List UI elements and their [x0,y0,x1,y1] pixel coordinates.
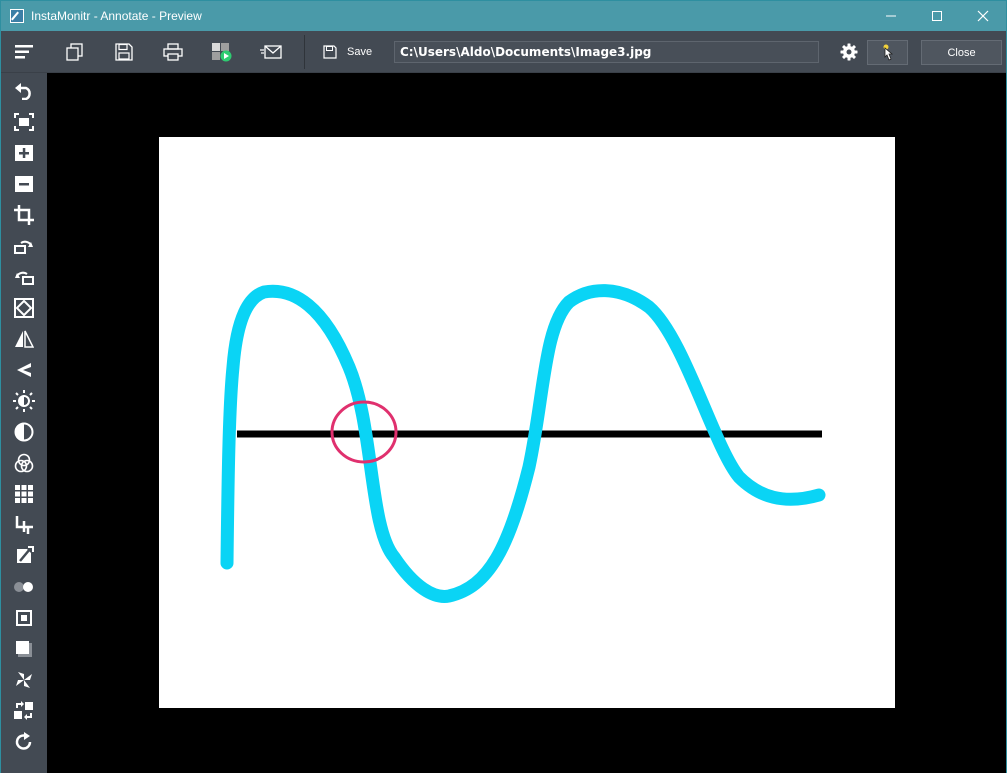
shadow-icon [16,641,32,657]
annotation-layer[interactable] [159,137,895,708]
brightness-icon [13,390,35,412]
top-toolbar: Save C:\Users\Aldo\Documents\Image3.jpg [1,31,1006,73]
email-button[interactable] [255,36,287,68]
window-close-button[interactable] [960,1,1006,31]
undo-icon [15,83,31,100]
print-button[interactable] [157,36,189,68]
menu-button[interactable] [9,36,41,68]
printer-icon [163,43,183,61]
sidebar-color-balance-button[interactable] [9,449,39,477]
free-rotate-icon [14,298,34,318]
rotate-left-icon [15,271,34,285]
frame-icon [16,610,32,626]
gear-icon [840,43,858,61]
sidebar-toggle-button[interactable] [9,573,39,601]
sidebar-flip-vertical-button[interactable] [9,356,39,384]
contrast-icon [14,422,34,442]
floppy-disk-icon [115,43,133,61]
freehand-wave-annotation[interactable] [220,284,826,603]
hamburger-menu-icon [15,45,33,59]
close-x-icon [977,10,989,22]
window-controls [868,1,1006,31]
image-preview[interactable] [159,137,895,708]
copy-button[interactable] [59,36,91,68]
flip-horizontal-icon [15,330,34,348]
save-disk-button[interactable] [108,36,140,68]
flip-vertical-icon [17,363,31,377]
share-app-button[interactable] [206,36,238,68]
settings-button[interactable] [833,36,865,68]
zoom-out-icon [15,176,33,192]
sidebar-rotate-right-button[interactable] [9,232,39,260]
sidebar-crop-button[interactable] [9,201,39,229]
sidebar-undo-button[interactable] [9,77,39,105]
envelope-icon [260,45,282,59]
rgb-circles-icon [14,453,34,473]
minimize-icon [886,15,896,17]
sidebar-resize-button[interactable] [9,511,39,539]
grid-icon [15,485,33,503]
app-window: InstaMonitr - Annotate - Preview Save C:… [0,0,1007,773]
sidebar-contrast-button[interactable] [9,418,39,446]
sidebar-rotate-left-button[interactable] [9,263,39,291]
sidebar-swap-button[interactable] [9,697,39,725]
zoom-in-icon [15,145,33,161]
copy-icon [66,43,83,61]
sidebar-frame-button[interactable] [9,604,39,632]
sidebar-fit-button[interactable] [9,108,39,136]
save-button[interactable]: Save [323,37,372,67]
share-app-icon [212,43,232,62]
refresh-icon [15,732,32,750]
resize-icon [15,516,33,534]
crop-icon [14,205,34,225]
side-toolbar [1,73,47,773]
sidebar-zoom-out-button[interactable] [9,170,39,198]
save-label: Save [347,46,373,58]
close-button[interactable]: Close [921,40,1002,65]
pinwheel-icon [16,672,32,688]
sidebar-effects-button[interactable] [9,666,39,694]
file-path-field[interactable]: C:\Users\Aldo\Documents\Image3.jpg [394,41,819,63]
sidebar-draw-button[interactable] [9,542,39,570]
rotate-right-icon [14,240,33,254]
toggle-icon [14,582,33,592]
minimize-button[interactable] [868,1,914,31]
fit-screen-icon [14,113,34,131]
app-logo-icon [10,9,24,23]
window-title: InstaMonitr - Annotate - Preview [31,9,202,23]
maximize-button[interactable] [914,1,960,31]
save-icon [323,45,337,59]
cursor-pointer-icon [883,44,893,61]
maximize-icon [932,11,942,21]
title-bar: InstaMonitr - Annotate - Preview [1,1,1006,31]
sidebar-shadow-button[interactable] [9,635,39,663]
pointer-tool-button[interactable] [867,40,908,65]
sidebar-zoom-in-button[interactable] [9,139,39,167]
pen-icon [17,546,34,563]
sidebar-reset-button[interactable] [9,728,39,756]
sidebar-free-rotate-button[interactable] [9,294,39,322]
toolbar-separator [304,35,305,69]
swap-icon [14,701,33,720]
sidebar-grid-button[interactable] [9,480,39,508]
sidebar-flip-horizontal-button[interactable] [9,325,39,353]
sidebar-brightness-button[interactable] [9,387,39,415]
